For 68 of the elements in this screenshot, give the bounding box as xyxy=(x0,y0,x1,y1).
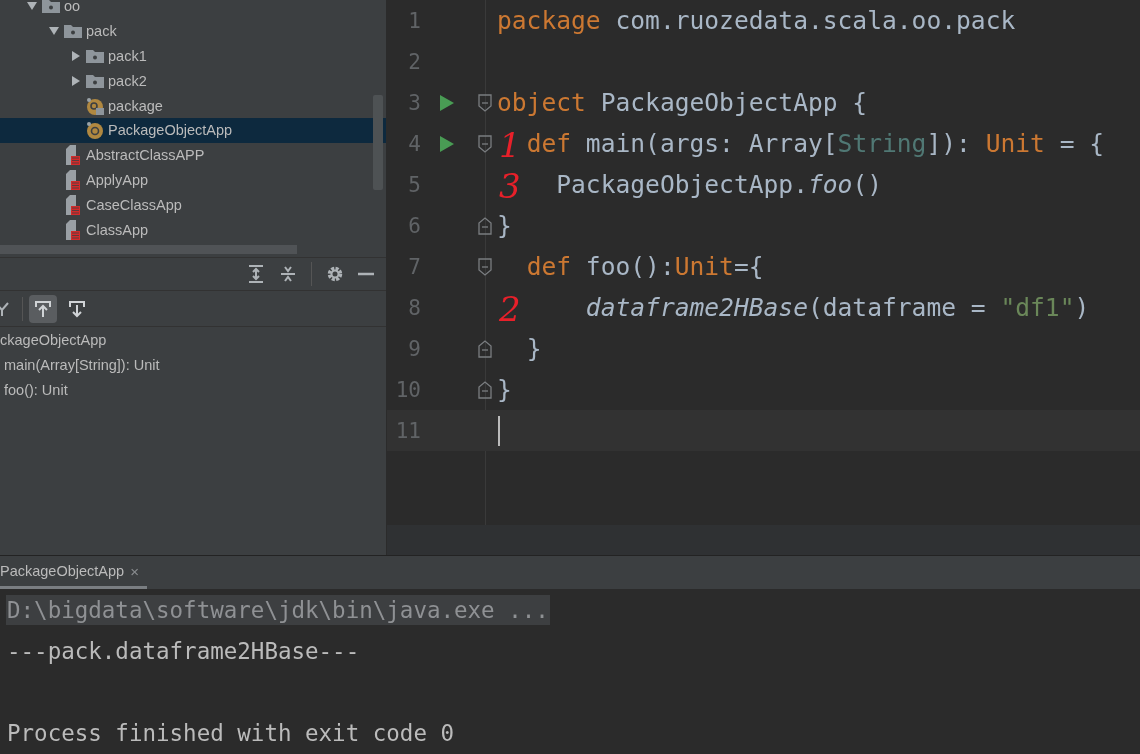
scroll-from-source-icon xyxy=(34,299,52,318)
folder-icon xyxy=(86,49,104,63)
package-object-icon xyxy=(86,96,104,115)
tree-item[interactable]: pack xyxy=(0,18,386,44)
object-icon xyxy=(86,121,104,140)
scala-file-icon xyxy=(64,145,82,166)
code-line: def foo():Unit={ xyxy=(526,252,764,281)
collapsed-arrow-icon[interactable] xyxy=(70,50,82,62)
line-number: 9 xyxy=(407,336,421,361)
scala-file-icon xyxy=(64,194,82,215)
code-line: } xyxy=(526,334,542,363)
structure-item[interactable]: ckageObjectApp xyxy=(0,328,386,353)
expand-all-icon[interactable] xyxy=(247,265,265,283)
line-number: 7 xyxy=(407,254,421,279)
code-line: package com.ruozedata.scala.oo.pack xyxy=(497,6,1016,35)
settings-icon[interactable] xyxy=(326,265,344,283)
run-icon[interactable] xyxy=(439,134,455,153)
code-line: } xyxy=(497,211,512,240)
console-command: D:\bigdata\software\jdk\bin\java.exe ... xyxy=(6,594,550,625)
scala-file-icon xyxy=(64,169,82,190)
scrollbar[interactable] xyxy=(373,95,383,190)
code-line: def main(args: Array[String]): Unit = { xyxy=(526,129,1105,158)
tree-item[interactable]: PackageObjectApp xyxy=(0,118,386,143)
code-line: } xyxy=(497,375,512,404)
scroll-to-source-icon xyxy=(68,299,86,318)
fold-marker-icon[interactable] xyxy=(478,216,492,235)
tree-item[interactable]: package xyxy=(0,93,386,118)
text-cursor xyxy=(498,415,500,446)
fold-marker-icon[interactable] xyxy=(478,339,492,358)
collapsed-arrow-icon[interactable] xyxy=(70,74,82,87)
tree-item[interactable]: AbstractClassAPP xyxy=(0,142,386,168)
line-number: 3 xyxy=(407,90,421,115)
code-line: PackageObjectApp.foo() xyxy=(556,170,882,199)
line-number: 10 xyxy=(394,377,421,402)
line-number: 1 xyxy=(407,8,421,33)
run-tab[interactable]: PackageObjectApp × xyxy=(0,556,147,589)
code-line: object PackageObjectApp { xyxy=(497,88,868,117)
line-number: 5 xyxy=(407,172,421,197)
line-number: 4 xyxy=(407,131,421,156)
handwritten-number: 2 xyxy=(499,289,521,329)
line-number: 2 xyxy=(407,49,421,74)
console-output: Process finished with exit code 0 xyxy=(6,718,456,748)
console-output: ---pack.dataframe2HBase--- xyxy=(6,636,361,666)
fold-marker-icon[interactable] xyxy=(478,380,492,399)
fold-marker-icon[interactable] xyxy=(478,134,492,153)
scala-file-icon xyxy=(64,219,82,240)
line-number: 6 xyxy=(407,213,421,238)
tree-item[interactable]: pack2 xyxy=(0,68,386,94)
fold-marker-icon[interactable] xyxy=(478,93,492,112)
close-icon[interactable]: × xyxy=(130,562,139,580)
code-line: dataframe2HBase(dataframe = "df1") xyxy=(585,293,1090,322)
line-number: 8 xyxy=(407,295,421,320)
collapse-all-icon[interactable] xyxy=(279,265,297,283)
structure-item[interactable]: foo(): Unit xyxy=(0,377,386,403)
minimize-icon[interactable] xyxy=(358,272,374,276)
tree-item[interactable]: ClassApp xyxy=(0,217,386,242)
tree-item[interactable]: ApplyApp xyxy=(0,167,386,193)
run-icon[interactable] xyxy=(439,93,455,112)
toolbar-button[interactable] xyxy=(29,294,57,323)
tree-item[interactable]: oo xyxy=(0,0,386,19)
tree-item[interactable]: pack1 xyxy=(0,43,386,69)
handwritten-number: 3 xyxy=(499,166,521,206)
folder-icon xyxy=(86,73,104,88)
folder-icon xyxy=(64,24,82,39)
tree-item[interactable]: CaseClassApp xyxy=(0,192,386,218)
handwritten-number: 1 xyxy=(499,125,521,165)
structure-item[interactable]: main(Array[String]): Unit xyxy=(0,352,386,378)
fold-marker-icon[interactable] xyxy=(478,257,492,276)
